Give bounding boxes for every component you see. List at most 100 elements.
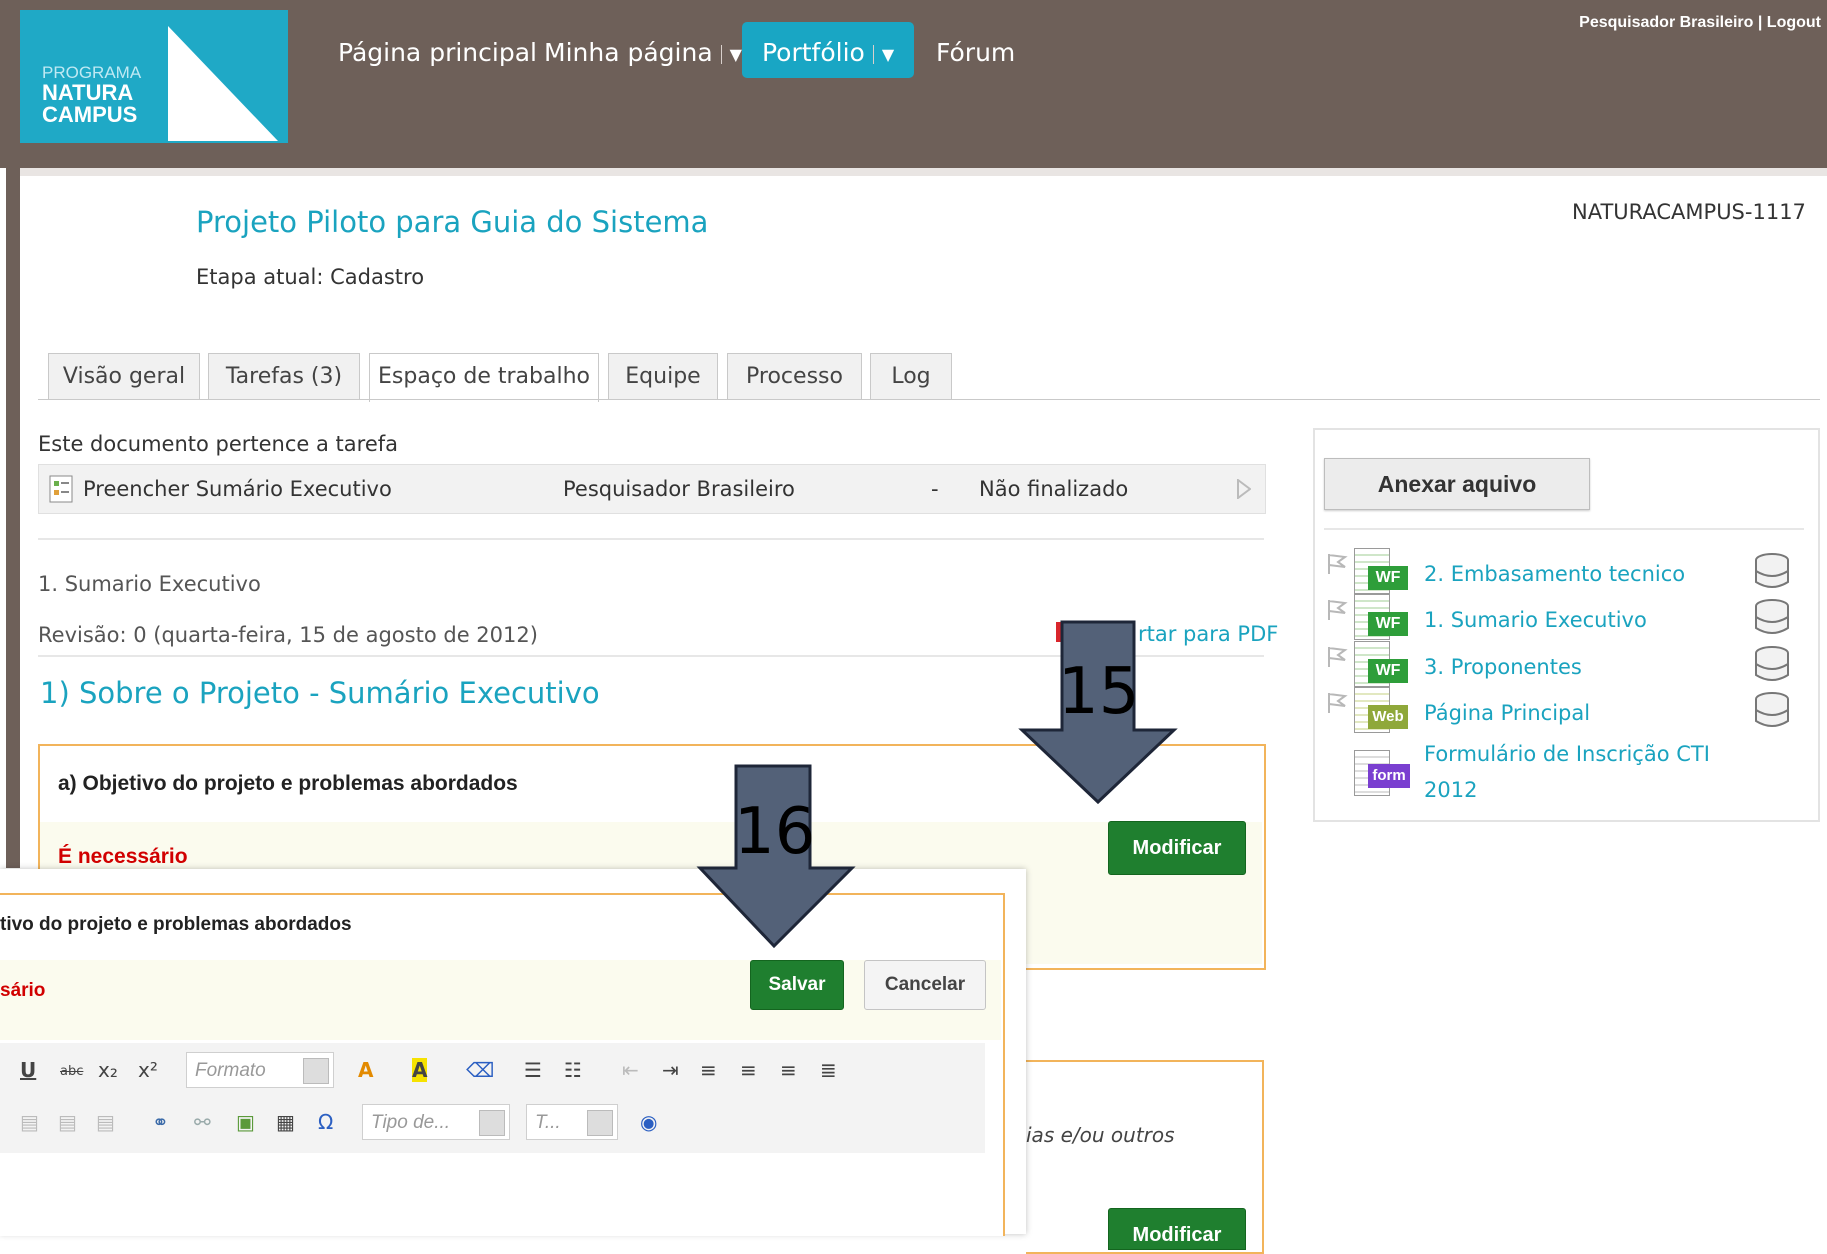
editor-section-title: tivo do projeto e problemas abordados	[0, 914, 352, 935]
tab-tasks[interactable]: Tarefas (3)	[208, 353, 360, 400]
editor-header-band	[0, 960, 1001, 1040]
align-right-icon[interactable]: ≡	[780, 1058, 797, 1082]
list-item[interactable]	[1326, 645, 1348, 674]
doc-link[interactable]: Formulário de Inscrição CTI	[1424, 742, 1710, 766]
doc-link[interactable]: 1. Sumario Executivo	[1424, 608, 1647, 632]
flag-icon	[1328, 554, 1348, 574]
doc-badge: form	[1368, 764, 1410, 788]
project-title[interactable]: Projeto Piloto para Guia do Sistema	[196, 205, 708, 239]
doc-badge: WF	[1368, 566, 1408, 590]
format-select[interactable]: Formato	[186, 1052, 334, 1088]
nav-home[interactable]: Página principal	[338, 38, 537, 67]
doc-link-line-2[interactable]: 2012	[1424, 778, 1477, 802]
wf-document-icon: WF	[1354, 548, 1414, 598]
nav-portfolio[interactable]: Portfólio ▼	[762, 38, 894, 67]
section-a-title: a) Objetivo do projeto e problemas abord…	[58, 772, 518, 795]
text-color-icon[interactable]: A	[358, 1058, 373, 1082]
superscript-icon[interactable]: x²	[138, 1058, 158, 1082]
tab-team[interactable]: Equipe	[608, 353, 718, 400]
doc-badge: WF	[1368, 659, 1408, 683]
task-status: Não finalizado	[979, 477, 1129, 501]
list-item[interactable]	[1326, 552, 1348, 581]
subscript-icon[interactable]: x₂	[98, 1058, 118, 1082]
web-document-icon: Web	[1354, 687, 1414, 737]
tab-log[interactable]: Log	[870, 353, 952, 400]
font-type-placeholder: Tipo de...	[371, 1112, 451, 1133]
form-document-icon: form	[1354, 750, 1414, 800]
bg-color-icon[interactable]: A	[412, 1058, 428, 1082]
database-icon[interactable]	[1754, 552, 1790, 590]
eraser-icon[interactable]: ⌫	[466, 1058, 494, 1082]
nav-forum[interactable]: Fórum	[936, 38, 1015, 67]
content-top-band	[20, 168, 1827, 176]
globe-icon[interactable]: ◉	[640, 1110, 657, 1134]
doc-badge: Web	[1368, 705, 1408, 729]
task-name[interactable]: Preencher Sumário Executivo	[83, 477, 392, 501]
document-name: 1. Sumario Executivo	[38, 572, 261, 596]
attach-file-button[interactable]: Anexar aquivo	[1324, 458, 1590, 510]
project-id: NATURACAMPUS-1117	[1572, 200, 1806, 224]
chevron-down-icon[interactable]	[303, 1058, 329, 1084]
task-owner: Pesquisador Brasileiro	[563, 477, 795, 501]
chevron-down-icon[interactable]	[479, 1110, 505, 1136]
underline-icon[interactable]: U	[20, 1058, 36, 1082]
database-icon[interactable]	[1754, 645, 1790, 683]
indent-icon[interactable]: ⇥	[662, 1058, 679, 1082]
align-left-icon[interactable]: ≡	[700, 1058, 717, 1082]
unlink-icon[interactable]: ⚯	[194, 1110, 211, 1134]
section-b-text-fragment: ias e/ou outros	[1026, 1123, 1175, 1147]
section-title: 1) Sobre o Projeto - Sumário Executivo	[40, 676, 600, 710]
task-row[interactable]: Preencher Sumário Executivo Pesquisador …	[38, 464, 1266, 514]
modify-button[interactable]: Modificar	[1108, 821, 1246, 875]
tab-workspace[interactable]: Espaço de trabalho	[369, 353, 599, 402]
format-placeholder: Formato	[195, 1060, 266, 1081]
doc-badge: WF	[1368, 612, 1408, 636]
special-char-icon[interactable]: Ω	[318, 1110, 333, 1134]
save-button[interactable]: Salvar	[750, 960, 844, 1010]
font-size-placeholder: T...	[535, 1112, 561, 1133]
strikethrough-icon[interactable]: abc	[60, 1064, 83, 1079]
justify-icon[interactable]: ≣	[820, 1058, 837, 1082]
divider	[38, 538, 1264, 540]
nav-portfolio-label: Portfólio	[762, 38, 865, 67]
user-links[interactable]: Pesquisador Brasileiro | Logout	[1579, 14, 1821, 32]
paste-word-icon[interactable]: ▤	[96, 1110, 115, 1134]
current-stage: Etapa atual: Cadastro	[196, 265, 425, 289]
link-icon[interactable]: ⚭	[152, 1110, 169, 1134]
expand-arrow-icon[interactable]	[1237, 479, 1251, 499]
list-item[interactable]	[1326, 598, 1348, 627]
wf-document-icon: WF	[1354, 641, 1414, 691]
tab-overview[interactable]: Visão geral	[48, 353, 200, 400]
image-icon[interactable]: ▣	[236, 1110, 255, 1134]
task-date-dash: -	[931, 477, 939, 501]
paste-text-icon[interactable]: ▤	[58, 1110, 77, 1134]
numbered-list-icon[interactable]: ☰	[524, 1058, 542, 1082]
bullet-list-icon[interactable]: ☷	[564, 1058, 582, 1082]
chevron-down-icon[interactable]: ▼	[872, 44, 894, 64]
flag-icon	[1328, 647, 1348, 667]
editor-required: sário	[0, 980, 46, 1001]
paste-icon[interactable]: ▤	[20, 1110, 39, 1134]
doc-link[interactable]: Página Principal	[1424, 701, 1590, 725]
list-item[interactable]	[1326, 691, 1348, 720]
tab-process[interactable]: Processo	[727, 353, 862, 400]
chevron-down-icon[interactable]	[587, 1110, 613, 1136]
divider	[1324, 528, 1804, 530]
cancel-button[interactable]: Cancelar	[864, 960, 986, 1010]
natura-campus-logo[interactable]: PROGRAMA NATURA CAMPUS	[20, 10, 288, 143]
left-frame-stripe	[6, 168, 20, 868]
font-type-select[interactable]: Tipo de...	[362, 1104, 510, 1140]
nav-my-page[interactable]: Minha página ▼	[544, 38, 742, 67]
modify-button-b[interactable]: Modificar	[1108, 1208, 1246, 1250]
task-heading: Este documento pertence a tarefa	[38, 432, 399, 456]
doc-link[interactable]: 2. Embasamento tecnico	[1424, 562, 1685, 586]
database-icon[interactable]	[1754, 691, 1790, 729]
align-center-icon[interactable]: ≡	[740, 1058, 757, 1082]
database-icon[interactable]	[1754, 598, 1790, 636]
table-icon[interactable]: ▦	[276, 1110, 295, 1134]
doc-link[interactable]: 3. Proponentes	[1424, 655, 1582, 679]
chevron-down-icon[interactable]: ▼	[720, 44, 742, 64]
outdent-icon[interactable]: ⇤	[622, 1058, 639, 1082]
logo-triangle-icon	[168, 26, 278, 141]
font-size-select[interactable]: T...	[526, 1104, 618, 1140]
